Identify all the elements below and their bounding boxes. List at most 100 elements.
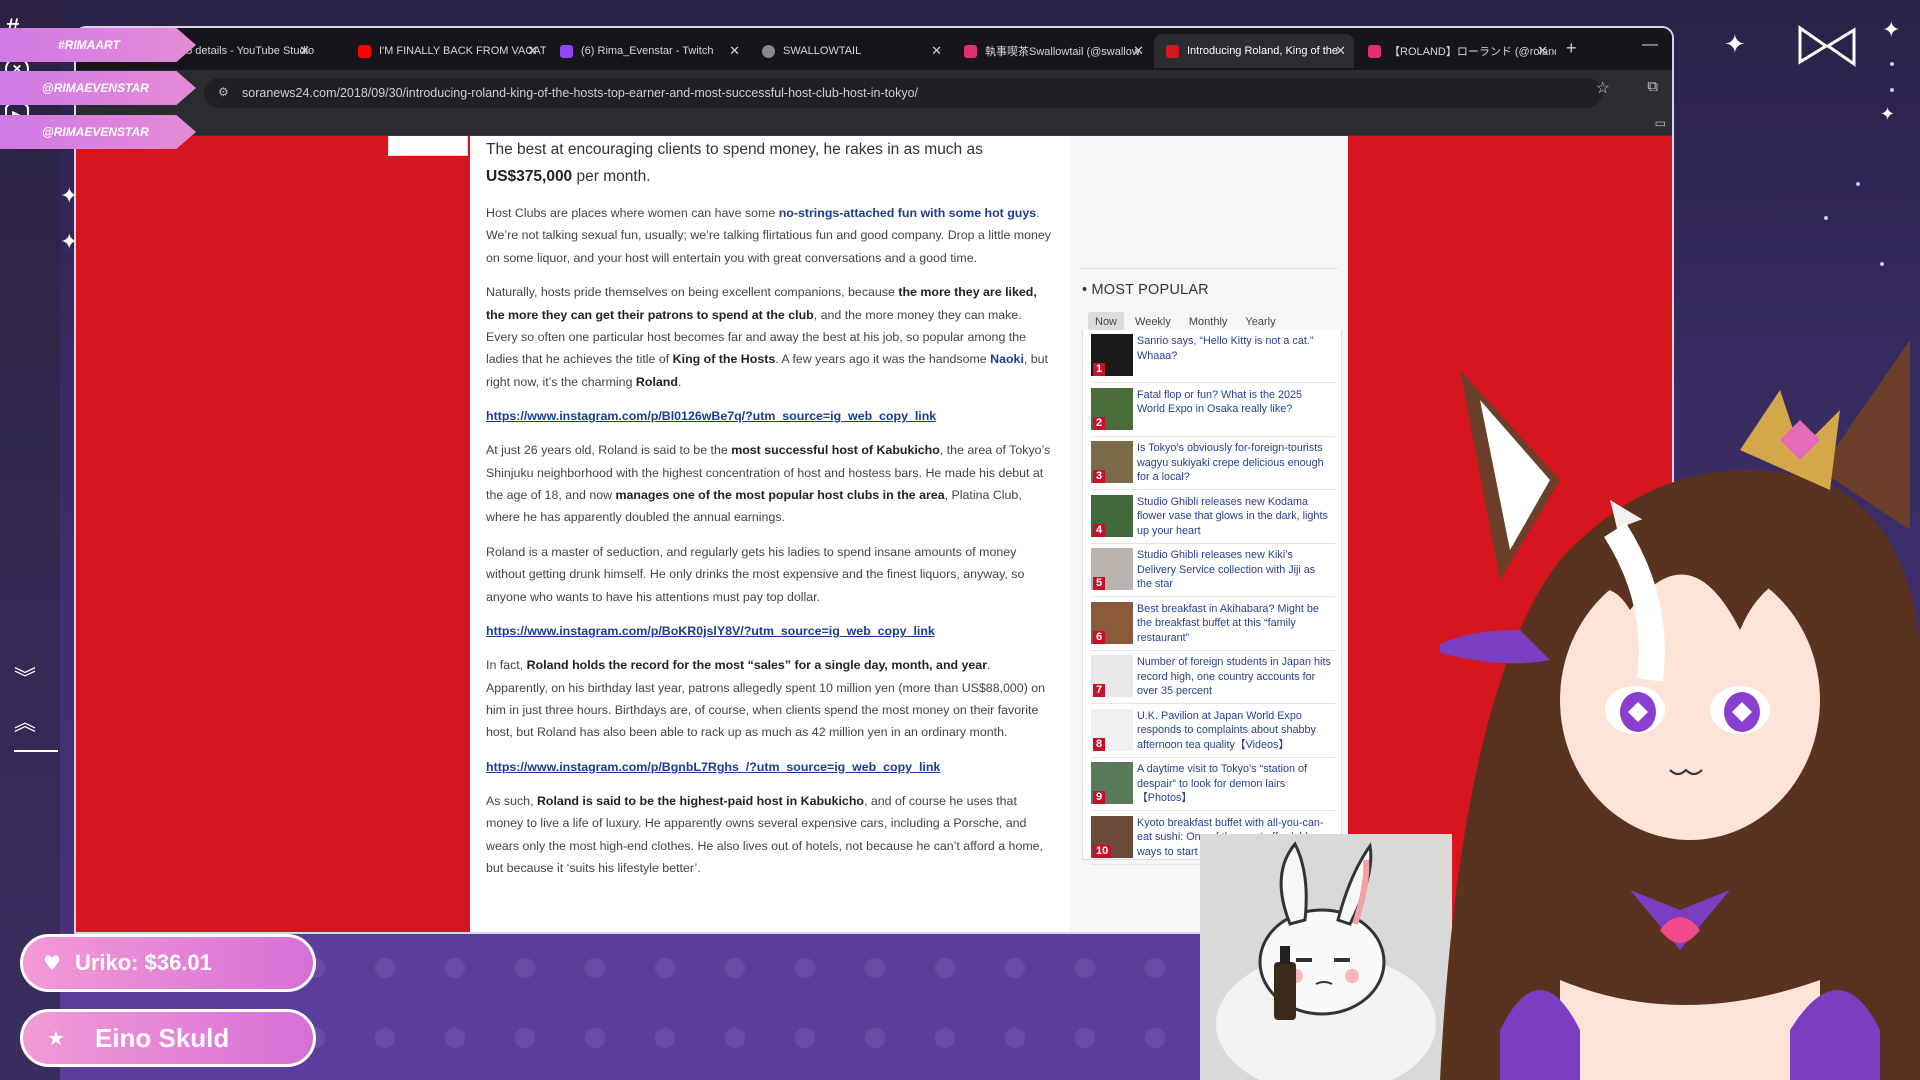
bookmarks-bar: ant ▭ [76, 114, 1672, 136]
extensions-icon[interactable]: ⧉ [1647, 78, 1658, 95]
article-thumbnail[interactable]: 8 [1091, 708, 1133, 751]
sparkle-icon: ✦ [1724, 30, 1746, 60]
paragraph-host-clubs: Host Clubs are places where women can ha… [486, 206, 1051, 265]
instagram-link-3[interactable]: https://www.instagram.com/p/BgnbL7Rghs_/… [486, 760, 940, 774]
article-headline-link[interactable]: Sanrio says, “Hello Kitty is not a cat.”… [1137, 334, 1333, 363]
most-popular-item[interactable]: 2 Fatal flop or fun? What is the 2025 Wor… [1091, 384, 1335, 437]
close-icon[interactable]: ✕ [1133, 43, 1144, 59]
instagram-embed-link: https://www.instagram.com/p/BgnbL7Rghs_/… [486, 756, 1054, 778]
most-popular-item[interactable]: 1 Sanrio says, “Hello Kitty is not a cat.… [1091, 330, 1335, 383]
most-popular-item[interactable]: 3 Is Tokyo’s obviously for-foreign-touris… [1091, 437, 1335, 490]
divider [14, 750, 58, 752]
article-thumbnail[interactable]: 10 [1091, 815, 1133, 858]
close-icon[interactable]: ✕ [1537, 43, 1548, 59]
instagram-icon [964, 44, 977, 58]
tab-roland-instagram[interactable]: 【ROLAND】ローランド (@roland ✕ [1356, 34, 1556, 68]
address-toolbar: ⚙ soranews24.com/2018/09/30/introducing-… [76, 70, 1672, 114]
article-headline-link[interactable]: U.K. Pavilion at Japan World Expo respon… [1137, 709, 1333, 753]
article-headline-link[interactable]: A daytime visit to Tokyo’s “station of d… [1137, 762, 1333, 806]
article-thumbnail[interactable]: 9 [1091, 762, 1133, 804]
article-headline-link[interactable]: Number of foreign students in Japan hits… [1137, 655, 1333, 699]
tab-now[interactable]: Now [1088, 312, 1125, 332]
social-tag-hashtag: #RIMAART [0, 28, 196, 62]
instagram-link-1[interactable]: https://www.instagram.com/p/Bl0126wBe7q/… [486, 409, 936, 423]
bookmark-star-icon[interactable]: ☆ [1596, 78, 1610, 98]
tab-weekly[interactable]: Weekly [1128, 312, 1178, 332]
catgirl-avatar-icon [1430, 340, 1920, 1080]
article-thumbnail[interactable]: 3 [1091, 441, 1133, 483]
article-thumbnail[interactable]: 4 [1091, 494, 1133, 537]
tab-vacation-video[interactable]: I'M FINALLY BACK FROM VACATION✕ [346, 34, 546, 68]
minimize-button[interactable]: — [1642, 36, 1658, 54]
chevron-down-icon: ︾ [14, 666, 37, 691]
link-hot-guys[interactable]: no-strings-attached fun with some hot gu… [779, 206, 1036, 220]
tab-swallowtail[interactable]: SWALLOWTAIL ✕ [750, 34, 950, 68]
article-thumbnail[interactable]: 2 [1091, 387, 1133, 430]
site-settings-icon[interactable]: ⚙ [218, 85, 229, 99]
close-icon[interactable]: ✕ [729, 43, 740, 59]
most-popular-item[interactable]: 6 Best breakfast in Akihabara? Might be t… [1091, 598, 1335, 651]
follower-label: Eino Skuld [94, 1022, 230, 1053]
rank-badge: 6 [1093, 630, 1106, 644]
star-icon: ★ [47, 1026, 65, 1050]
most-popular-item[interactable]: 4 Studio Ghibli releases new Kodama flowe… [1091, 491, 1335, 544]
article-headline-link[interactable]: Best breakfast in Akihabara? Might be th… [1137, 602, 1333, 646]
folder-icon[interactable]: ▭ [1655, 116, 1666, 130]
close-icon[interactable]: ✕ [527, 43, 538, 59]
tab-monthly[interactable]: Monthly [1182, 312, 1235, 332]
paragraph-highest-paid: As such, Roland is said to be the highes… [486, 793, 1043, 875]
link-naoki[interactable]: Naoki [990, 352, 1024, 366]
paragraph-seduction: Roland is a master of seduction, and reg… [486, 544, 1025, 604]
sidebar: • MOST POPULAR Now Weekly Monthly Yearly… [1070, 136, 1348, 932]
article-thumbnail[interactable]: 5 [1091, 548, 1133, 590]
address-bar[interactable]: ⚙ soranews24.com/2018/09/30/introducing-… [204, 78, 1602, 108]
rank-badge: 5 [1093, 577, 1106, 590]
share-widget[interactable] [388, 136, 468, 156]
rank-badge: 10 [1093, 844, 1112, 858]
url-text: soranews24.com/2018/09/30/introducing-ro… [242, 86, 919, 100]
close-icon[interactable]: ✕ [299, 43, 310, 59]
webcam-overlay [1200, 834, 1452, 1080]
most-popular-item[interactable]: 9 A daytime visit to Tokyo’s “station of … [1091, 758, 1335, 811]
article-headline-link[interactable]: Is Tokyo’s obviously for-foreign-tourist… [1137, 441, 1333, 485]
most-popular-item[interactable]: 8 U.K. Pavilion at Japan World Expo respo… [1091, 705, 1335, 758]
divider [1080, 268, 1338, 269]
close-icon[interactable]: ✕ [931, 43, 942, 59]
tab-roland-article[interactable]: Introducing Roland, King of the ✕ [1154, 34, 1354, 68]
sparkle-icon: ✦ [1882, 18, 1901, 43]
article-headline-link[interactable]: Studio Ghibli releases new Kiki’s Delive… [1137, 548, 1333, 592]
rank-badge: 3 [1093, 470, 1106, 483]
article-headline-link[interactable]: Fatal flop or fun? What is the 2025 Worl… [1137, 388, 1333, 417]
bunny-mascot-icon [1200, 834, 1452, 1080]
close-icon[interactable]: ✕ [1335, 43, 1346, 59]
paragraph-kabukicho: At just 26 years old, Roland is said to … [486, 443, 1051, 525]
tab-swallowtail-instagram[interactable]: 執事喫茶Swallowtail (@swallow ✕ [952, 34, 1152, 68]
donation-alert: ♥ Uriko: $36.01 [20, 934, 316, 992]
tab-yearly[interactable]: Yearly [1238, 312, 1282, 332]
follower-alert: ★ Eino Skuld [20, 1009, 316, 1067]
instagram-link-2[interactable]: https://www.instagram.com/p/BoKR0jslY8V/… [486, 624, 935, 638]
soranews-icon [1166, 44, 1179, 58]
donation-label: Uriko: $36.01 [74, 950, 212, 975]
paragraph-king-of-hosts: Naturally, hosts pride themselves on bei… [486, 285, 1049, 389]
article-thumbnail[interactable]: 6 [1091, 601, 1133, 644]
instagram-icon [1368, 44, 1381, 58]
most-popular-item[interactable]: 5 Studio Ghibli releases new Kiki’s Deliv… [1091, 544, 1335, 597]
social-tag-youtube: @RIMAEVENSTAR [0, 115, 196, 149]
tab-youtube-studio[interactable]: eo details - YouTube Studio ✕ [168, 34, 318, 68]
article-body: The best at encouraging clients to spend… [470, 136, 1070, 932]
article-headline-link[interactable]: Studio Ghibli releases new Kodama flower… [1137, 495, 1333, 539]
article-thumbnail[interactable]: 1 [1091, 334, 1133, 376]
tab-twitch[interactable]: (6) Rima_Evenstar - Twitch ✕ [548, 34, 748, 68]
browser-window: eo details - YouTube Studio ✕ I'M FINALLY… [74, 26, 1674, 934]
most-popular-item[interactable]: 7 Number of foreign students in Japan hit… [1091, 651, 1335, 704]
rank-badge: 8 [1093, 737, 1106, 751]
article-thumbnail[interactable]: 7 [1091, 655, 1133, 697]
overlay-left-strip: # ✕ ▶ ︾ ︽ [0, 0, 60, 1080]
chevron-up-icon: ︽ [14, 710, 37, 735]
heart-icon: ♥ [43, 951, 61, 975]
youtube-icon [358, 44, 371, 58]
new-tab-button[interactable]: + [1566, 38, 1577, 59]
globe-icon [762, 44, 775, 58]
rank-badge: 4 [1093, 523, 1106, 537]
